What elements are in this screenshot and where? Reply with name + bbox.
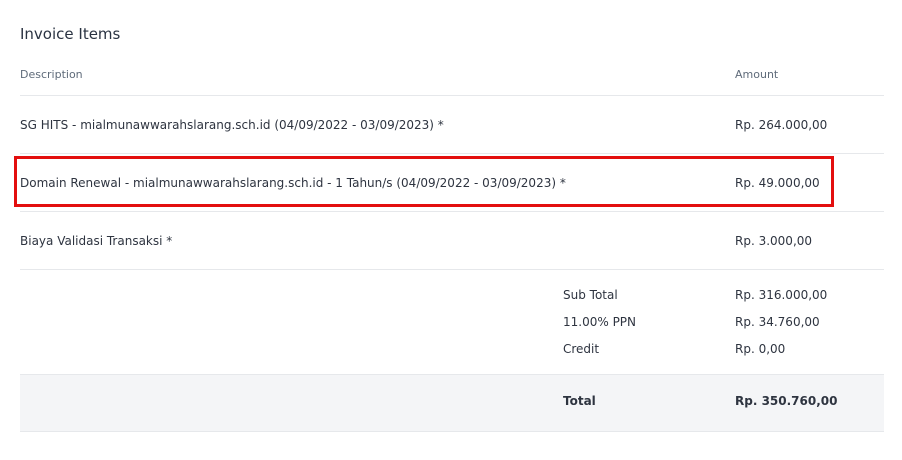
tax-amount: Rp. 34.760,00 bbox=[735, 315, 820, 329]
item-amount: Rp. 3.000,00 bbox=[735, 234, 813, 248]
invoice-items-title: Invoice Items bbox=[20, 25, 121, 43]
highlight-box bbox=[14, 156, 834, 207]
total-label: Total bbox=[563, 394, 596, 408]
divider bbox=[20, 211, 884, 212]
amount-header: Amount bbox=[735, 68, 779, 81]
description-header: Description bbox=[20, 68, 83, 81]
divider bbox=[20, 95, 884, 96]
tax-label: 11.00% PPN bbox=[563, 315, 637, 329]
divider bbox=[20, 269, 884, 270]
total-row: Total Rp. 350.760,00 bbox=[20, 374, 884, 432]
item-amount: Rp. 264.000,00 bbox=[735, 118, 828, 132]
credit-label: Credit bbox=[563, 342, 600, 356]
subtotal-amount: Rp. 316.000,00 bbox=[735, 288, 828, 302]
divider bbox=[20, 153, 884, 154]
item-description: SG HITS - mialmunawwarahslarang.sch.id (… bbox=[20, 118, 444, 132]
credit-amount: Rp. 0,00 bbox=[735, 342, 786, 356]
item-description: Biaya Validasi Transaksi * bbox=[20, 234, 173, 248]
subtotal-label: Sub Total bbox=[563, 288, 618, 302]
total-amount: Rp. 350.760,00 bbox=[735, 394, 838, 408]
